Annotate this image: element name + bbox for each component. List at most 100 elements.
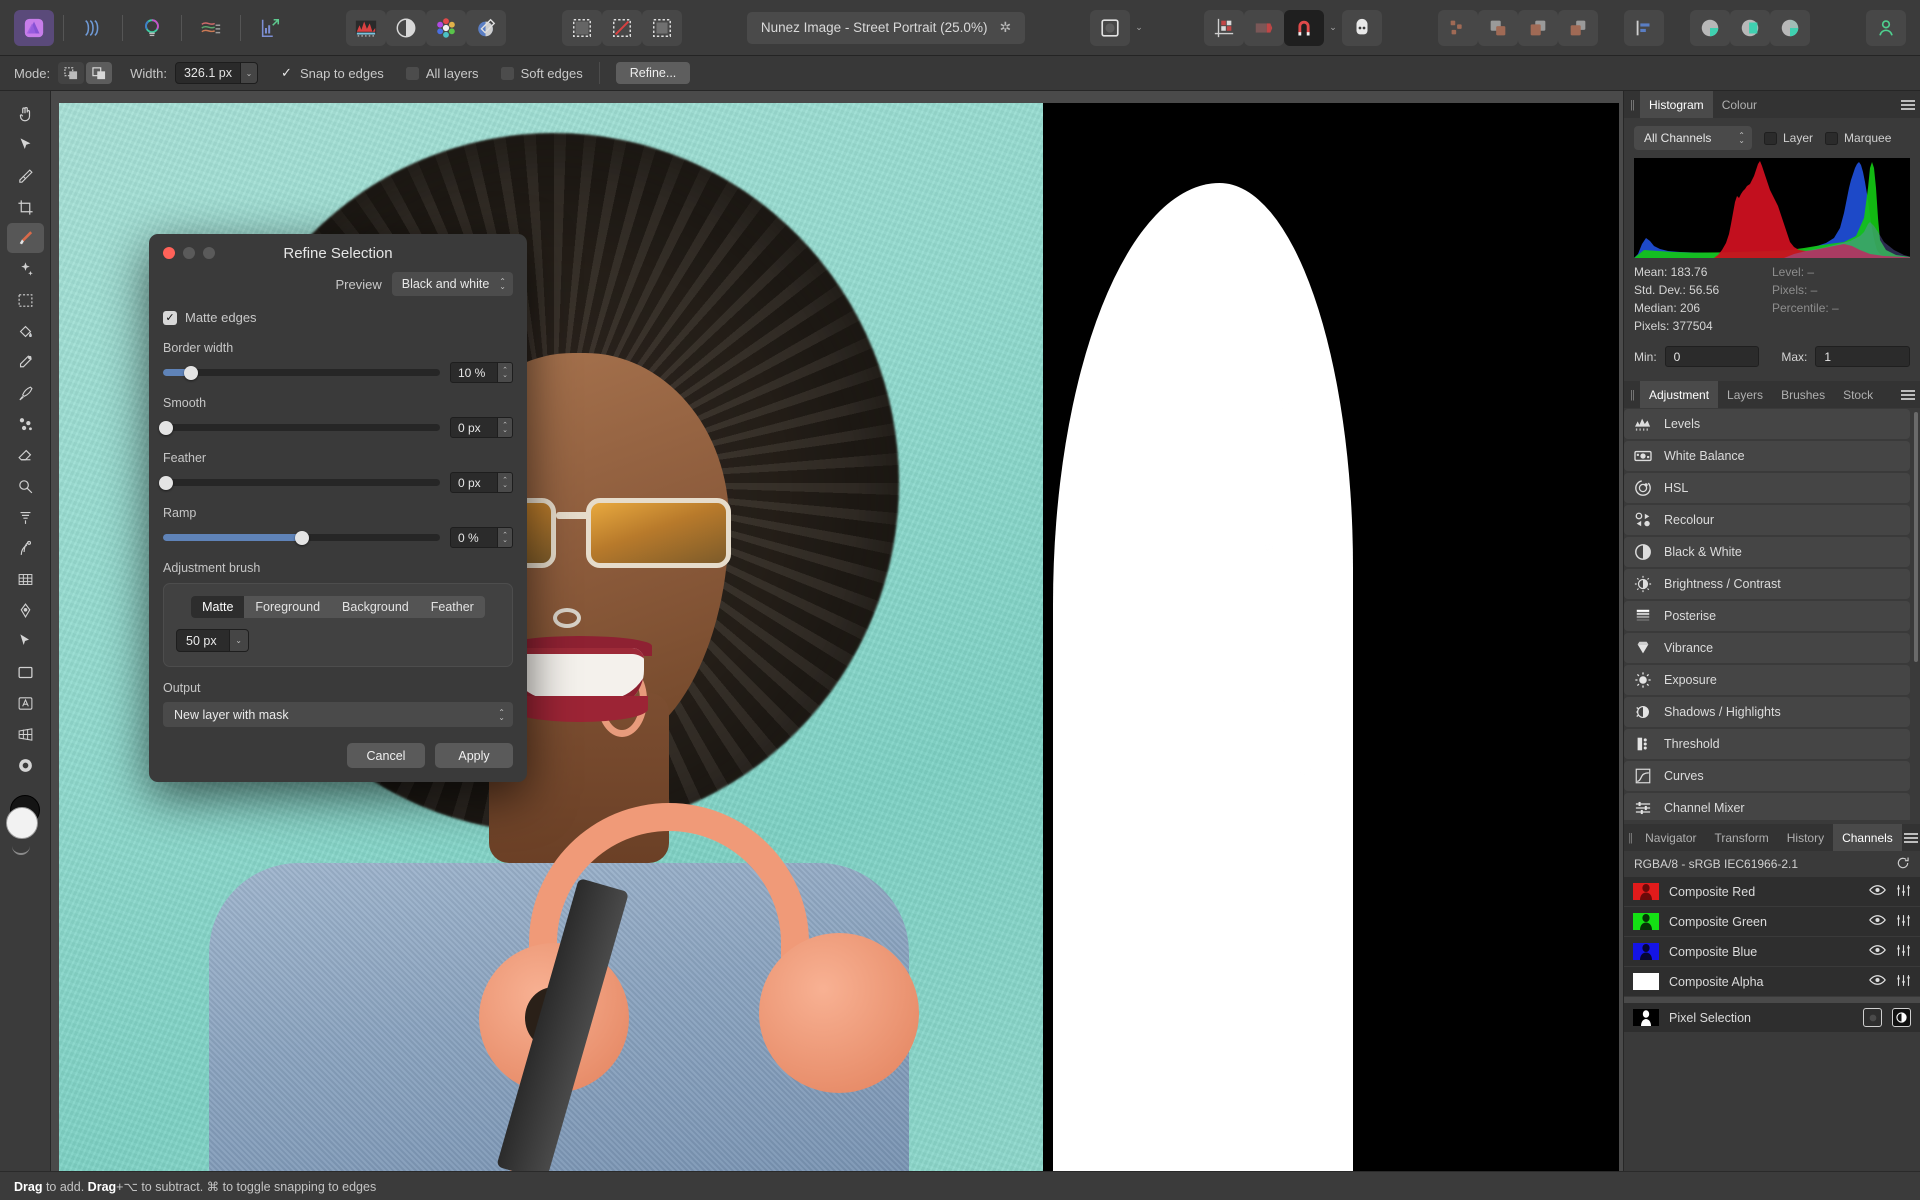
channel-row-composite-green[interactable]: Composite Green [1624,907,1920,937]
smooth-slider[interactable] [163,424,440,431]
deselect-icon[interactable] [602,10,642,46]
clone-brush-tool[interactable] [7,533,44,563]
colour-swatches[interactable] [4,795,46,857]
tab-layers[interactable]: Layers [1718,381,1772,408]
view-pan-tool[interactable] [7,99,44,129]
perspective-tool[interactable] [7,719,44,749]
histogram-channel-select[interactable]: All Channels ⌃⌄ [1634,126,1752,150]
adjustment-item-levels[interactable]: Levels [1624,409,1910,439]
adjustment-list[interactable]: Levels White Balance HSL Recolour [1624,408,1920,820]
affinity-photo-persona-icon[interactable] [14,10,54,46]
adjustment-item-channel-mixer[interactable]: Channel Mixer [1624,793,1910,820]
mode-new-selection-button[interactable] [58,62,84,84]
ramp-input[interactable]: 0 % [450,527,498,548]
flood-select-tool[interactable] [7,254,44,284]
border-width-slider[interactable] [163,369,440,376]
select-pixels-icon[interactable] [562,10,602,46]
adjustment-panel-menu-icon[interactable] [1896,381,1920,408]
panel-grip-icon[interactable]: || [1624,91,1640,118]
brush-size-select[interactable]: 50 px ⌄ [176,629,249,652]
snapshot-icon[interactable] [1090,10,1130,46]
tone-mapping-persona-icon[interactable] [191,10,231,46]
dialog-titlebar[interactable]: Refine Selection [149,234,527,272]
tab-adjustment[interactable]: Adjustment [1640,381,1718,408]
move-tool[interactable] [7,130,44,160]
smooth-input[interactable]: 0 px [450,417,498,438]
maximise-icon[interactable] [203,247,215,259]
panel-grip-icon[interactable]: || [1624,824,1636,851]
histogram-marquee-checkbox[interactable]: Marquee [1825,131,1891,145]
tab-brushes[interactable]: Brushes [1772,381,1834,408]
feather-stepper[interactable]: ⌃⌄ [498,472,513,493]
eye-icon[interactable] [1869,914,1886,929]
eye-icon[interactable] [1869,944,1886,959]
move-back-icon[interactable] [1478,10,1518,46]
live-filter-icon[interactable] [466,10,506,46]
output-select[interactable]: New layer with mask ⌃⌄ [163,702,513,727]
adjustment-item-threshold[interactable]: Threshold [1624,729,1910,759]
feather-slider[interactable] [163,479,440,486]
adjustment-item-white-balance[interactable]: White Balance [1624,441,1910,471]
sliders-icon[interactable] [1896,974,1911,990]
tab-stock[interactable]: Stock [1834,381,1882,408]
blend-a-icon[interactable] [1690,10,1730,46]
marquee-tool[interactable] [7,285,44,315]
rectangle-tool[interactable] [7,657,44,687]
feather-input[interactable]: 0 px [450,472,498,493]
eye-icon[interactable] [1869,884,1886,899]
border-width-input[interactable]: 10 % [450,362,498,383]
magnet-snap-icon[interactable] [1284,10,1324,46]
histogram-max-input[interactable]: 1 [1815,346,1910,367]
healing-brush-tool[interactable] [7,409,44,439]
fill-selection-icon[interactable] [1863,1008,1882,1027]
flood-fill-tool[interactable] [7,316,44,346]
histogram-levels-icon[interactable] [346,10,386,46]
channel-row-composite-alpha[interactable]: Composite Alpha [1624,967,1920,997]
crop-icon[interactable] [1244,10,1284,46]
selection-brush-tool[interactable] [7,223,44,253]
adjustment-item-posterise[interactable]: Posterise [1624,601,1910,631]
develop-persona-icon[interactable] [132,10,172,46]
preview-select[interactable]: Black and white ⌃⌄ [392,272,513,296]
adjustment-scrollbar[interactable] [1914,412,1918,662]
ramp-slider[interactable] [163,534,440,541]
tab-history[interactable]: History [1778,824,1833,851]
adjustment-item-vibrance[interactable]: Vibrance [1624,633,1910,663]
invert-selection-icon[interactable] [1892,1008,1911,1027]
move-front-icon[interactable] [1558,10,1598,46]
foreground-colour-swatch[interactable] [6,807,38,839]
align-left-icon[interactable] [1624,10,1664,46]
channels-panel-menu-icon[interactable] [1902,824,1920,851]
tab-channels[interactable]: Channels [1833,824,1902,851]
width-input[interactable]: 326.1 px [175,62,241,84]
adjustment-item-shadows-highlights[interactable]: Shadows / Highlights [1624,697,1910,727]
snap-chevron-down-icon[interactable]: ⌄ [1324,10,1342,46]
mode-add-selection-button[interactable] [86,62,112,84]
align-nodes-icon[interactable] [1438,10,1478,46]
cancel-button[interactable]: Cancel [347,743,425,768]
blur-tool[interactable] [7,502,44,532]
histogram-panel-menu-icon[interactable] [1896,91,1920,118]
histogram-layer-checkbox[interactable]: Layer [1764,131,1813,145]
apply-button[interactable]: Apply [435,743,513,768]
swap-colours-icon[interactable] [12,845,30,855]
document-tab[interactable]: Nunez Image - Street Portrait (25.0%) ✲ [747,12,1025,44]
panel-grip-icon[interactable]: || [1624,381,1640,408]
snap-to-edges-checkbox[interactable]: ✓ Snap to edges [280,66,384,81]
artistic-text-tool[interactable] [7,688,44,718]
smooth-stepper[interactable]: ⌃⌄ [498,417,513,438]
eye-icon[interactable] [1869,974,1886,989]
channel-row-composite-blue[interactable]: Composite Blue [1624,937,1920,967]
dodge-burn-tool[interactable] [7,471,44,501]
minimise-icon[interactable] [183,247,195,259]
shape-tool[interactable] [7,750,44,780]
channel-row-pixel-selection[interactable]: Pixel Selection [1624,1003,1920,1033]
colour-wheel-icon[interactable] [426,10,466,46]
gradient-tool[interactable] [7,347,44,377]
adjustment-item-curves[interactable]: Curves [1624,761,1910,791]
tab-navigator[interactable]: Navigator [1636,824,1705,851]
ramp-stepper[interactable]: ⌃⌄ [498,527,513,548]
channel-row-composite-red[interactable]: Composite Red [1624,877,1920,907]
brush-mode-matte[interactable]: Matte [191,596,244,618]
matte-edges-checkbox[interactable]: ✓ Matte edges [163,310,513,325]
